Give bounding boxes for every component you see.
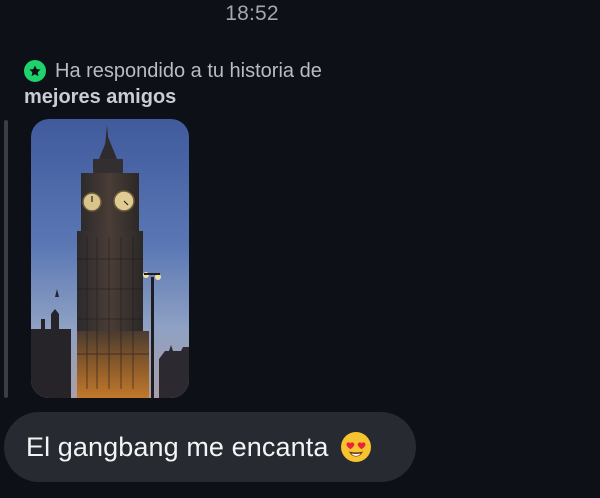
message-timestamp: 18:52: [225, 2, 279, 25]
story-reply-header: Ha respondido a tu historia de mejores a…: [24, 58, 384, 110]
message-bubble[interactable]: El gangbang me encanta: [4, 412, 416, 482]
reply-quote-bar: [4, 120, 8, 398]
star-icon: [24, 60, 46, 82]
heart-eyes-emoji-icon: [340, 431, 372, 463]
big-ben-image: [31, 119, 189, 398]
dm-thread-screen: 18:52 Ha respondido a tu historia de mej…: [0, 0, 600, 498]
story-thumbnail[interactable]: [31, 119, 189, 398]
story-reply-label: Ha respondido a tu historia de: [55, 60, 322, 82]
message-text: El gangbang me encanta: [26, 431, 329, 462]
close-friends-label: mejores amigos: [24, 86, 177, 108]
